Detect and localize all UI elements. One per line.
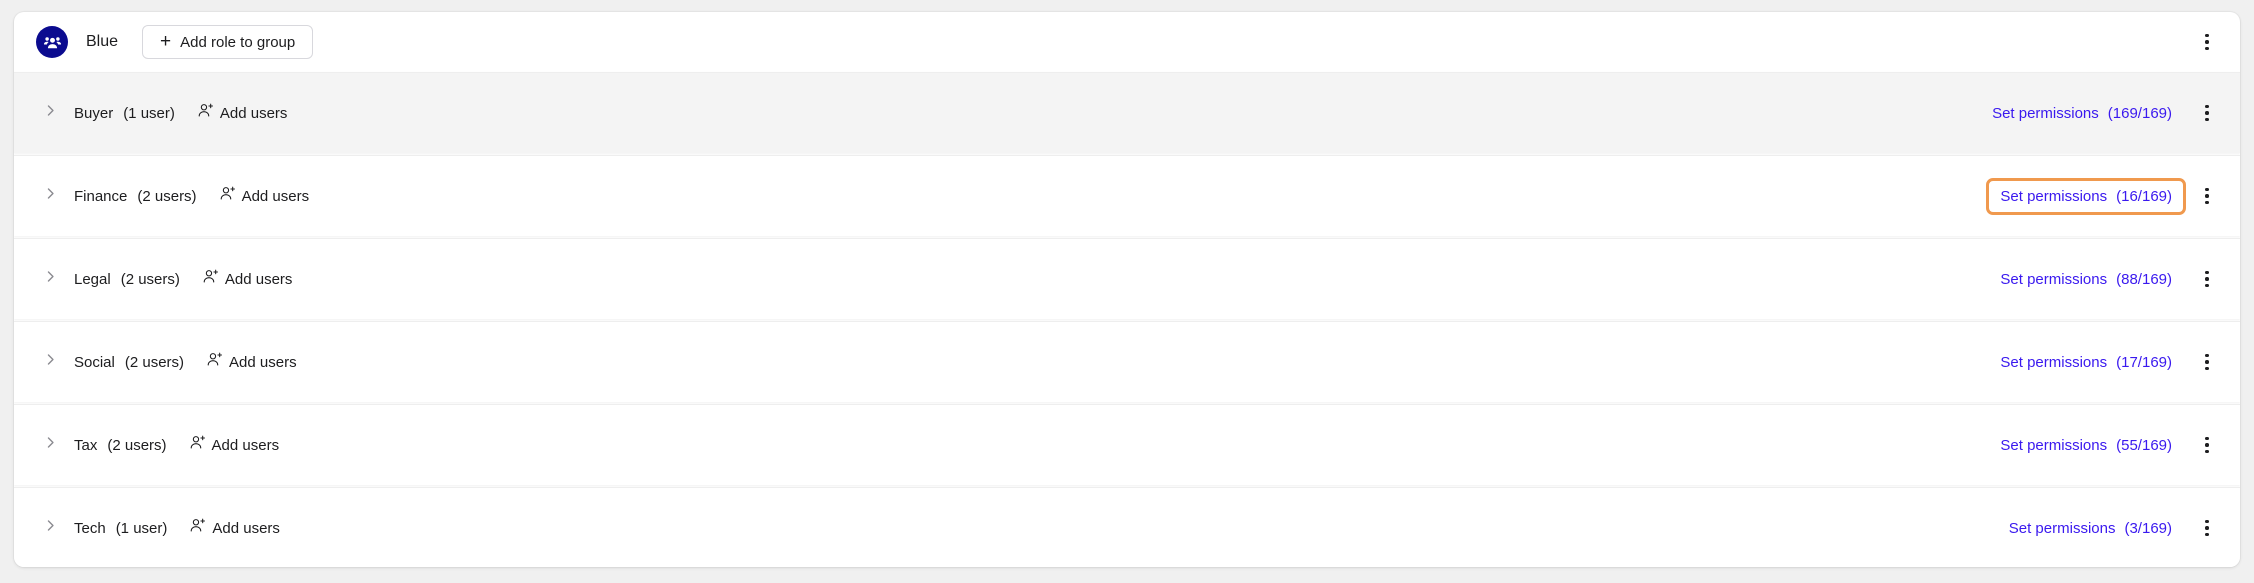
add-users-label: Add users — [224, 270, 293, 288]
set-permissions-button[interactable]: Set permissions (88/169) — [1986, 261, 2186, 298]
role-name: Tech — [74, 519, 106, 537]
kebab-menu-icon — [2205, 270, 2209, 288]
row-overflow-menu-button[interactable] — [2192, 430, 2222, 460]
set-permissions-button[interactable]: Set permissions (17/169) — [1986, 344, 2186, 381]
expand-chevron-button[interactable] — [40, 518, 60, 538]
add-users-label: Add users — [229, 353, 297, 371]
add-users-button[interactable]: Add users — [197, 102, 288, 124]
add-users-label: Add users — [241, 187, 310, 205]
add-users-button[interactable]: Add users — [202, 268, 293, 290]
role-user-count: (2 users) — [124, 353, 185, 371]
kebab-menu-icon — [2205, 104, 2209, 122]
role-user-count: (2 users) — [107, 436, 167, 454]
chevron-right-icon — [44, 353, 57, 371]
add-users-label: Add users — [211, 436, 280, 454]
person-add-icon — [219, 185, 236, 207]
set-permissions-button[interactable]: Set permissions (55/169) — [1986, 427, 2186, 464]
role-row-actions: Set permissions (17/169) — [1986, 344, 2222, 381]
add-users-button[interactable]: Add users — [189, 517, 280, 539]
add-role-to-group-label: Add role to group — [180, 33, 296, 51]
person-add-icon — [202, 268, 219, 290]
kebab-menu-icon — [2205, 436, 2209, 454]
group-avatar — [36, 26, 68, 58]
row-overflow-menu-button[interactable] — [2192, 347, 2222, 377]
chevron-right-icon — [44, 270, 57, 288]
set-permissions-count: (16/169) — [2116, 187, 2172, 205]
person-add-icon — [206, 351, 223, 373]
set-permissions-button[interactable]: Set permissions (3/169) — [1995, 510, 2186, 547]
kebab-menu-icon — [2205, 33, 2209, 51]
role-row-actions: Set permissions (88/169) — [1986, 261, 2222, 298]
chevron-right-icon — [44, 104, 57, 122]
row-overflow-menu-button[interactable] — [2192, 513, 2222, 543]
add-role-to-group-button[interactable]: + Add role to group — [142, 25, 314, 59]
roles-list: Buyer (1 user) Add users Set permissions… — [14, 72, 2240, 567]
role-name: Buyer — [74, 104, 114, 122]
add-users-button[interactable]: Add users — [206, 351, 297, 373]
kebab-menu-icon — [2205, 187, 2209, 205]
plus-icon: + — [160, 30, 172, 52]
role-row-actions: Set permissions (55/169) — [1986, 427, 2222, 464]
role-row: Tax (2 users) Add users Set permissions … — [14, 404, 2240, 485]
header-overflow-menu-button[interactable] — [2192, 27, 2222, 57]
role-name: Social — [74, 353, 115, 371]
add-users-label: Add users — [219, 104, 288, 122]
group-people-icon — [43, 33, 62, 52]
person-add-icon — [189, 434, 206, 456]
set-permissions-button[interactable]: Set permissions (169/169) — [1978, 95, 2186, 132]
row-overflow-menu-button[interactable] — [2192, 98, 2222, 128]
expand-chevron-button[interactable] — [40, 352, 60, 372]
page-background: Blue + Add role to group Buyer (1 user) — [0, 0, 2254, 583]
set-permissions-count: (88/169) — [2116, 270, 2172, 288]
set-permissions-label: Set permissions — [2000, 187, 2108, 205]
set-permissions-label: Set permissions — [2000, 270, 2108, 288]
role-row: Social (2 users) Add users Set permissio… — [14, 321, 2240, 402]
role-user-count: (2 users) — [137, 187, 197, 205]
role-row-actions: Set permissions (3/169) — [1995, 510, 2222, 547]
set-permissions-label: Set permissions — [2008, 519, 2116, 537]
group-roles-card: Blue + Add role to group Buyer (1 user) — [14, 12, 2240, 567]
chevron-right-icon — [44, 519, 57, 537]
set-permissions-label: Set permissions — [1992, 104, 2099, 122]
set-permissions-count: (17/169) — [2116, 353, 2172, 371]
expand-chevron-button[interactable] — [40, 269, 60, 289]
add-users-label: Add users — [212, 519, 280, 537]
kebab-menu-icon — [2205, 519, 2209, 537]
set-permissions-count: (169/169) — [2107, 104, 2172, 122]
group-name: Blue — [86, 33, 119, 50]
expand-chevron-button[interactable] — [40, 103, 60, 123]
expand-chevron-button[interactable] — [40, 186, 60, 206]
role-row: Finance (2 users) Add users Set permissi… — [14, 155, 2240, 236]
row-overflow-menu-button[interactable] — [2192, 264, 2222, 294]
set-permissions-count: (55/169) — [2116, 436, 2172, 454]
expand-chevron-button[interactable] — [40, 435, 60, 455]
person-add-icon — [189, 517, 206, 539]
role-row-actions: Set permissions (16/169) — [1986, 177, 2222, 215]
set-permissions-label: Set permissions — [2000, 353, 2108, 371]
role-row: Legal (2 users) Add users Set permission… — [14, 238, 2240, 319]
add-users-button[interactable]: Add users — [219, 185, 310, 207]
add-users-button[interactable]: Add users — [189, 434, 280, 456]
role-row-actions: Set permissions (169/169) — [1978, 95, 2222, 132]
role-user-count: (1 user) — [123, 104, 175, 122]
role-name: Finance — [74, 187, 128, 205]
role-row: Tech (1 user) Add users Set permissions … — [14, 487, 2240, 567]
chevron-right-icon — [44, 187, 57, 205]
role-user-count: (2 users) — [120, 270, 180, 288]
role-name: Legal — [74, 270, 111, 288]
set-permissions-count: (3/169) — [2124, 519, 2172, 537]
role-name: Tax — [74, 436, 98, 454]
role-row: Buyer (1 user) Add users Set permissions… — [14, 72, 2240, 153]
set-permissions-button[interactable]: Set permissions (16/169) — [1986, 177, 2186, 215]
chevron-right-icon — [44, 436, 57, 454]
person-add-icon — [197, 102, 214, 124]
set-permissions-label: Set permissions — [2000, 436, 2108, 454]
role-user-count: (1 user) — [115, 519, 168, 537]
kebab-menu-icon — [2205, 353, 2209, 371]
row-overflow-menu-button[interactable] — [2192, 181, 2222, 211]
card-header: Blue + Add role to group — [14, 12, 2240, 72]
